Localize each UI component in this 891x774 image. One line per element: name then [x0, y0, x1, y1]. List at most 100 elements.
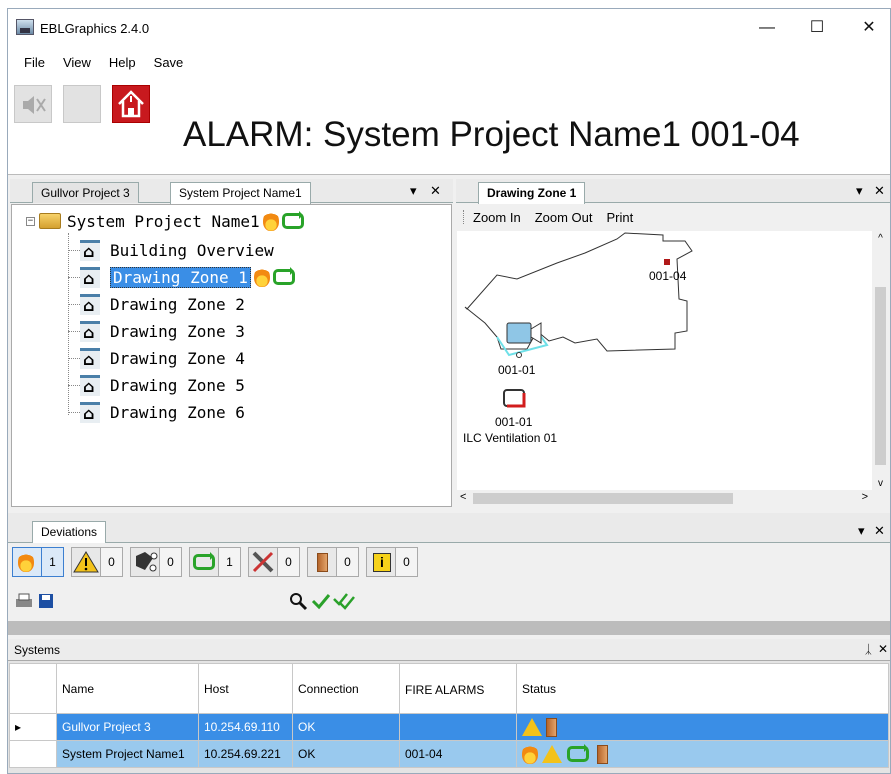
tree-node-drawing-zone-6[interactable]: Drawing Zone 6 [80, 400, 245, 424]
minimize-button[interactable]: — [752, 17, 782, 41]
tree-node-drawing-zone-3[interactable]: Drawing Zone 3 [80, 319, 245, 343]
menu-help[interactable]: Help [101, 47, 146, 77]
floor-plan-canvas[interactable]: 001-04 001-01 001-01 ILC Ventilation 01 … [457, 231, 889, 507]
tab-deviations[interactable]: Deviations [32, 521, 107, 543]
zoom-in-button[interactable]: Zoom In [473, 210, 521, 225]
house-icon [80, 320, 100, 342]
column-status[interactable]: Status [516, 663, 889, 714]
table-row[interactable]: ▸ Gullvor Project 3 10.254.69.110 OK [9, 713, 889, 741]
tree-node-drawing-zone-1[interactable]: Drawing Zone 1 [80, 265, 295, 289]
menu-view[interactable]: View [55, 47, 101, 77]
scroll-right-icon[interactable]: > [862, 491, 868, 503]
pane-close-icon[interactable]: ✕ [878, 642, 888, 656]
scroll-down-icon[interactable]: v [872, 478, 889, 489]
warning-counter[interactable]: 0 [71, 547, 123, 577]
print-button[interactable]: Print [606, 210, 633, 225]
splitter[interactable] [8, 621, 890, 635]
menu-bar: File View Help Save [8, 47, 890, 77]
tree-node-drawing-zone-2[interactable]: Drawing Zone 2 [80, 292, 245, 316]
tab-system-project-name1[interactable]: System Project Name1 [170, 182, 311, 204]
cell-connection: OK [292, 740, 400, 768]
alarm-button[interactable] [112, 85, 150, 123]
column-host[interactable]: Host [198, 663, 293, 714]
check-icon[interactable] [310, 591, 332, 611]
deviation-counters: 1 0 0 1 0 0 i 0 [12, 547, 425, 577]
horizontal-scroll-thumb[interactable] [473, 493, 733, 504]
detector-marker[interactable] [664, 259, 670, 265]
project-tabs: Gullvor Project 3 System Project Name1 ▾… [10, 179, 453, 204]
tree-node-drawing-zone-4[interactable]: Drawing Zone 4 [80, 346, 245, 370]
warning-icon [542, 745, 563, 763]
systems-table: Name Host Connection FIRE ALARMS Status … [9, 663, 889, 768]
network-icon [130, 547, 160, 577]
camera-label: 001-01 [498, 363, 536, 377]
tools-counter[interactable]: 0 [248, 547, 300, 577]
door-icon [307, 547, 337, 577]
column-name[interactable]: Name [56, 663, 199, 714]
network-counter[interactable]: 0 [130, 547, 182, 577]
tree-connector [68, 412, 80, 413]
info-counter[interactable]: i 0 [366, 547, 418, 577]
tree-connector [68, 358, 80, 359]
scroll-up-icon[interactable]: ^ [872, 233, 889, 244]
horizontal-scrollbar[interactable]: < > [457, 490, 872, 507]
door-counter[interactable]: 0 [307, 547, 359, 577]
pane-menu-icon[interactable]: ▾ [858, 523, 865, 539]
tree-root-label: System Project Name1 [67, 211, 260, 231]
tree-node-label: Drawing Zone 5 [110, 375, 245, 395]
menu-save[interactable]: Save [146, 47, 194, 77]
search-icon[interactable] [288, 591, 310, 611]
column-connection[interactable]: Connection [292, 663, 400, 714]
warning-icon [71, 547, 101, 577]
refresh-counter[interactable]: 1 [189, 547, 241, 577]
house-icon [80, 374, 100, 396]
systems-title: Systems [14, 643, 61, 657]
pane-menu-icon[interactable]: ▾ [856, 183, 863, 199]
fire-counter[interactable]: 1 [12, 547, 64, 577]
fire-icon [262, 211, 279, 231]
tab-gullvor-project-3[interactable]: Gullvor Project 3 [32, 182, 139, 203]
tree-connector [68, 304, 80, 305]
save-icon[interactable] [36, 592, 56, 610]
blank-toolbar-button[interactable] [63, 85, 101, 123]
cell-connection: OK [292, 713, 400, 741]
collapse-icon[interactable]: − [26, 216, 35, 226]
door-count: 0 [337, 547, 359, 577]
pane-close-icon[interactable]: ✕ [430, 183, 441, 199]
house-icon [80, 347, 100, 369]
column-fire-alarms[interactable]: FIRE ALARMS [399, 663, 517, 714]
pin-icon[interactable]: ᛣ [865, 642, 872, 656]
cell-host: 10.254.69.221 [198, 740, 293, 768]
mute-button[interactable] [14, 85, 52, 123]
pane-close-icon[interactable]: ✕ [874, 183, 885, 199]
tree-node-label: Drawing Zone 4 [110, 348, 245, 368]
pane-close-icon[interactable]: ✕ [874, 523, 885, 539]
zoom-out-button[interactable]: Zoom Out [535, 210, 593, 225]
house-icon [80, 293, 100, 315]
tree-root[interactable]: − System Project Name1 [26, 211, 304, 231]
tab-drawing-zone-1[interactable]: Drawing Zone 1 [478, 182, 586, 204]
vertical-scrollbar[interactable]: ^ v [872, 231, 889, 507]
print-icon[interactable] [14, 592, 34, 610]
fire-icon [522, 744, 538, 764]
menu-file[interactable]: File [16, 47, 55, 77]
camera-point [516, 352, 522, 358]
close-button[interactable]: ✕ [854, 17, 884, 41]
toolbar-grip [463, 210, 465, 224]
cell-name: System Project Name1 [56, 740, 199, 768]
device-name-label: ILC Ventilation 01 [463, 431, 558, 445]
camera-icon[interactable] [505, 319, 545, 351]
check-all-icon[interactable] [332, 591, 356, 611]
tree-node-label: Drawing Zone 2 [110, 294, 245, 314]
ventilation-device-icon[interactable] [501, 387, 529, 411]
table-row[interactable]: System Project Name1 10.254.69.221 OK 00… [9, 740, 889, 768]
tree-node-building-overview[interactable]: Building Overview [80, 238, 274, 262]
row-indicator-empty [9, 740, 57, 768]
maximize-button[interactable]: ☐ [802, 17, 832, 41]
fire-icon [12, 547, 42, 577]
tree-node-drawing-zone-5[interactable]: Drawing Zone 5 [80, 373, 245, 397]
scroll-left-icon[interactable]: < [460, 491, 466, 503]
pane-menu-icon[interactable]: ▾ [410, 183, 417, 199]
vertical-scroll-thumb[interactable] [875, 287, 886, 465]
refresh-icon [272, 267, 295, 285]
